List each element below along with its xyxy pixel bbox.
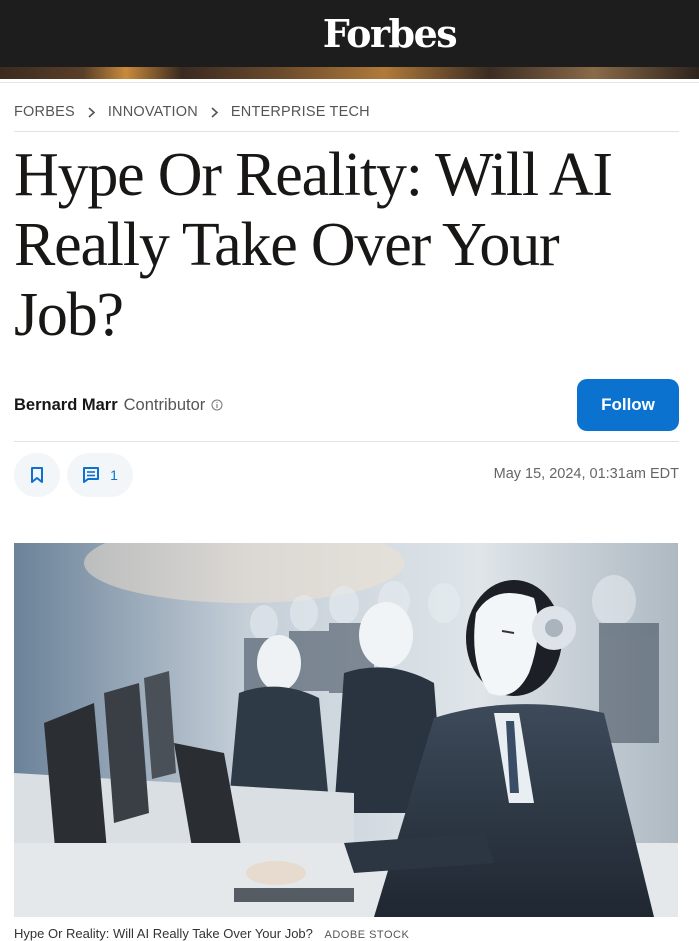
breadcrumb-forbes[interactable]: FORBES xyxy=(14,104,75,120)
image-credit: ADOBE STOCK xyxy=(324,929,410,941)
author-byline: Bernard Marr Contributor xyxy=(14,394,223,416)
header-image-strip xyxy=(0,67,699,79)
chevron-right-icon xyxy=(210,106,219,118)
chevron-right-icon xyxy=(87,106,96,118)
divider xyxy=(0,82,699,83)
divider xyxy=(14,441,679,442)
author-name[interactable]: Bernard Marr xyxy=(14,396,118,415)
breadcrumb: FORBES INNOVATION ENTERPRISE TECH xyxy=(14,102,370,122)
comment-count: 1 xyxy=(110,467,118,483)
comments-button[interactable]: 1 xyxy=(67,453,133,497)
publish-timestamp: May 15, 2024, 01:31am EDT xyxy=(493,466,679,482)
author-role: Contributor xyxy=(123,395,206,414)
breadcrumb-innovation[interactable]: INNOVATION xyxy=(108,104,198,120)
bookmark-icon xyxy=(31,467,43,483)
info-icon[interactable] xyxy=(211,399,223,411)
article-title: Hype Or Reality: Will AI Really Take Ove… xyxy=(14,141,613,349)
comment-icon xyxy=(83,467,100,483)
image-caption: Hype Or Reality: Will AI Really Take Ove… xyxy=(14,926,409,941)
bookmark-button[interactable] xyxy=(14,453,60,497)
forbes-logo[interactable]: Forbes xyxy=(0,0,699,67)
caption-text: Hype Or Reality: Will AI Really Take Ove… xyxy=(14,926,313,941)
article-hero-image[interactable] xyxy=(14,543,678,917)
divider xyxy=(14,131,679,132)
follow-button[interactable]: Follow xyxy=(577,379,679,431)
breadcrumb-enterprise-tech[interactable]: ENTERPRISE TECH xyxy=(231,104,370,120)
